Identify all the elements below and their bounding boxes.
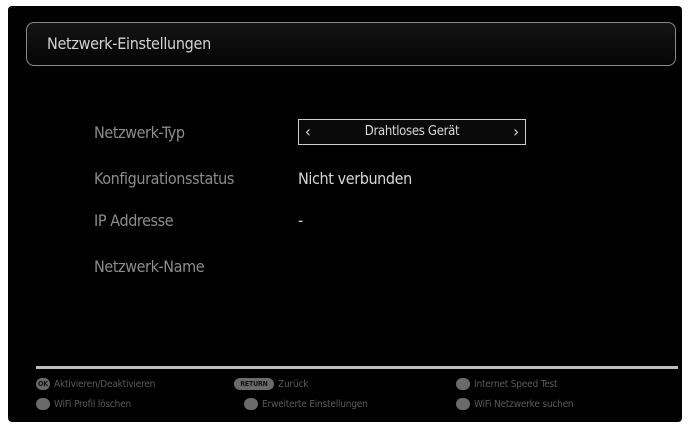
ip-address-label: IP Addresse bbox=[94, 211, 174, 230]
ok-key-icon: OK bbox=[36, 378, 50, 390]
hint-scan-wifi[interactable]: WiFi Netzwerke suchen bbox=[456, 398, 574, 410]
hint-delete-wifi-profile[interactable]: WiFi Profil löschen bbox=[36, 398, 131, 410]
title-bar: Netzwerk-Einstellungen bbox=[26, 22, 676, 66]
hint-label: Aktivieren/Deaktivieren bbox=[54, 378, 156, 390]
hint-label: WiFi Netzwerke suchen bbox=[474, 398, 574, 410]
ip-address-value: - bbox=[298, 211, 303, 230]
config-status-value: Nicht verbunden bbox=[298, 169, 412, 188]
hint-label: Zurück bbox=[278, 378, 309, 390]
color-key-icon bbox=[244, 398, 258, 410]
hint-label: Internet Speed Test bbox=[474, 378, 558, 390]
config-status-label: Konfigurationsstatus bbox=[94, 169, 234, 188]
chevron-right-icon[interactable]: › bbox=[513, 122, 519, 141]
network-type-value: Drahtloses Gerät bbox=[364, 124, 460, 139]
hint-advanced-settings[interactable]: Erweiterte Einstellungen bbox=[244, 398, 368, 410]
return-key-icon: RETURN bbox=[234, 378, 274, 390]
color-key-icon bbox=[36, 398, 50, 410]
network-name-label: Netzwerk-Name bbox=[94, 257, 205, 276]
color-key-icon bbox=[456, 378, 470, 390]
color-key-icon bbox=[456, 398, 470, 410]
hint-ok[interactable]: OK Aktivieren/Deaktivieren bbox=[36, 378, 155, 390]
divider bbox=[36, 366, 678, 369]
tv-menu-screen: Netzwerk-Einstellungen Netzwerk-Typ ‹ Dr… bbox=[8, 6, 682, 422]
hint-return[interactable]: RETURN Zurück bbox=[234, 378, 308, 390]
network-type-label: Netzwerk-Typ bbox=[94, 123, 185, 142]
network-type-selector[interactable]: ‹ Drahtloses Gerät › bbox=[298, 119, 526, 145]
hint-label: WiFi Profil löschen bbox=[54, 398, 132, 410]
hint-label: Erweiterte Einstellungen bbox=[262, 398, 368, 410]
page-title: Netzwerk-Einstellungen bbox=[47, 34, 211, 53]
hint-speed-test[interactable]: Internet Speed Test bbox=[456, 378, 558, 390]
